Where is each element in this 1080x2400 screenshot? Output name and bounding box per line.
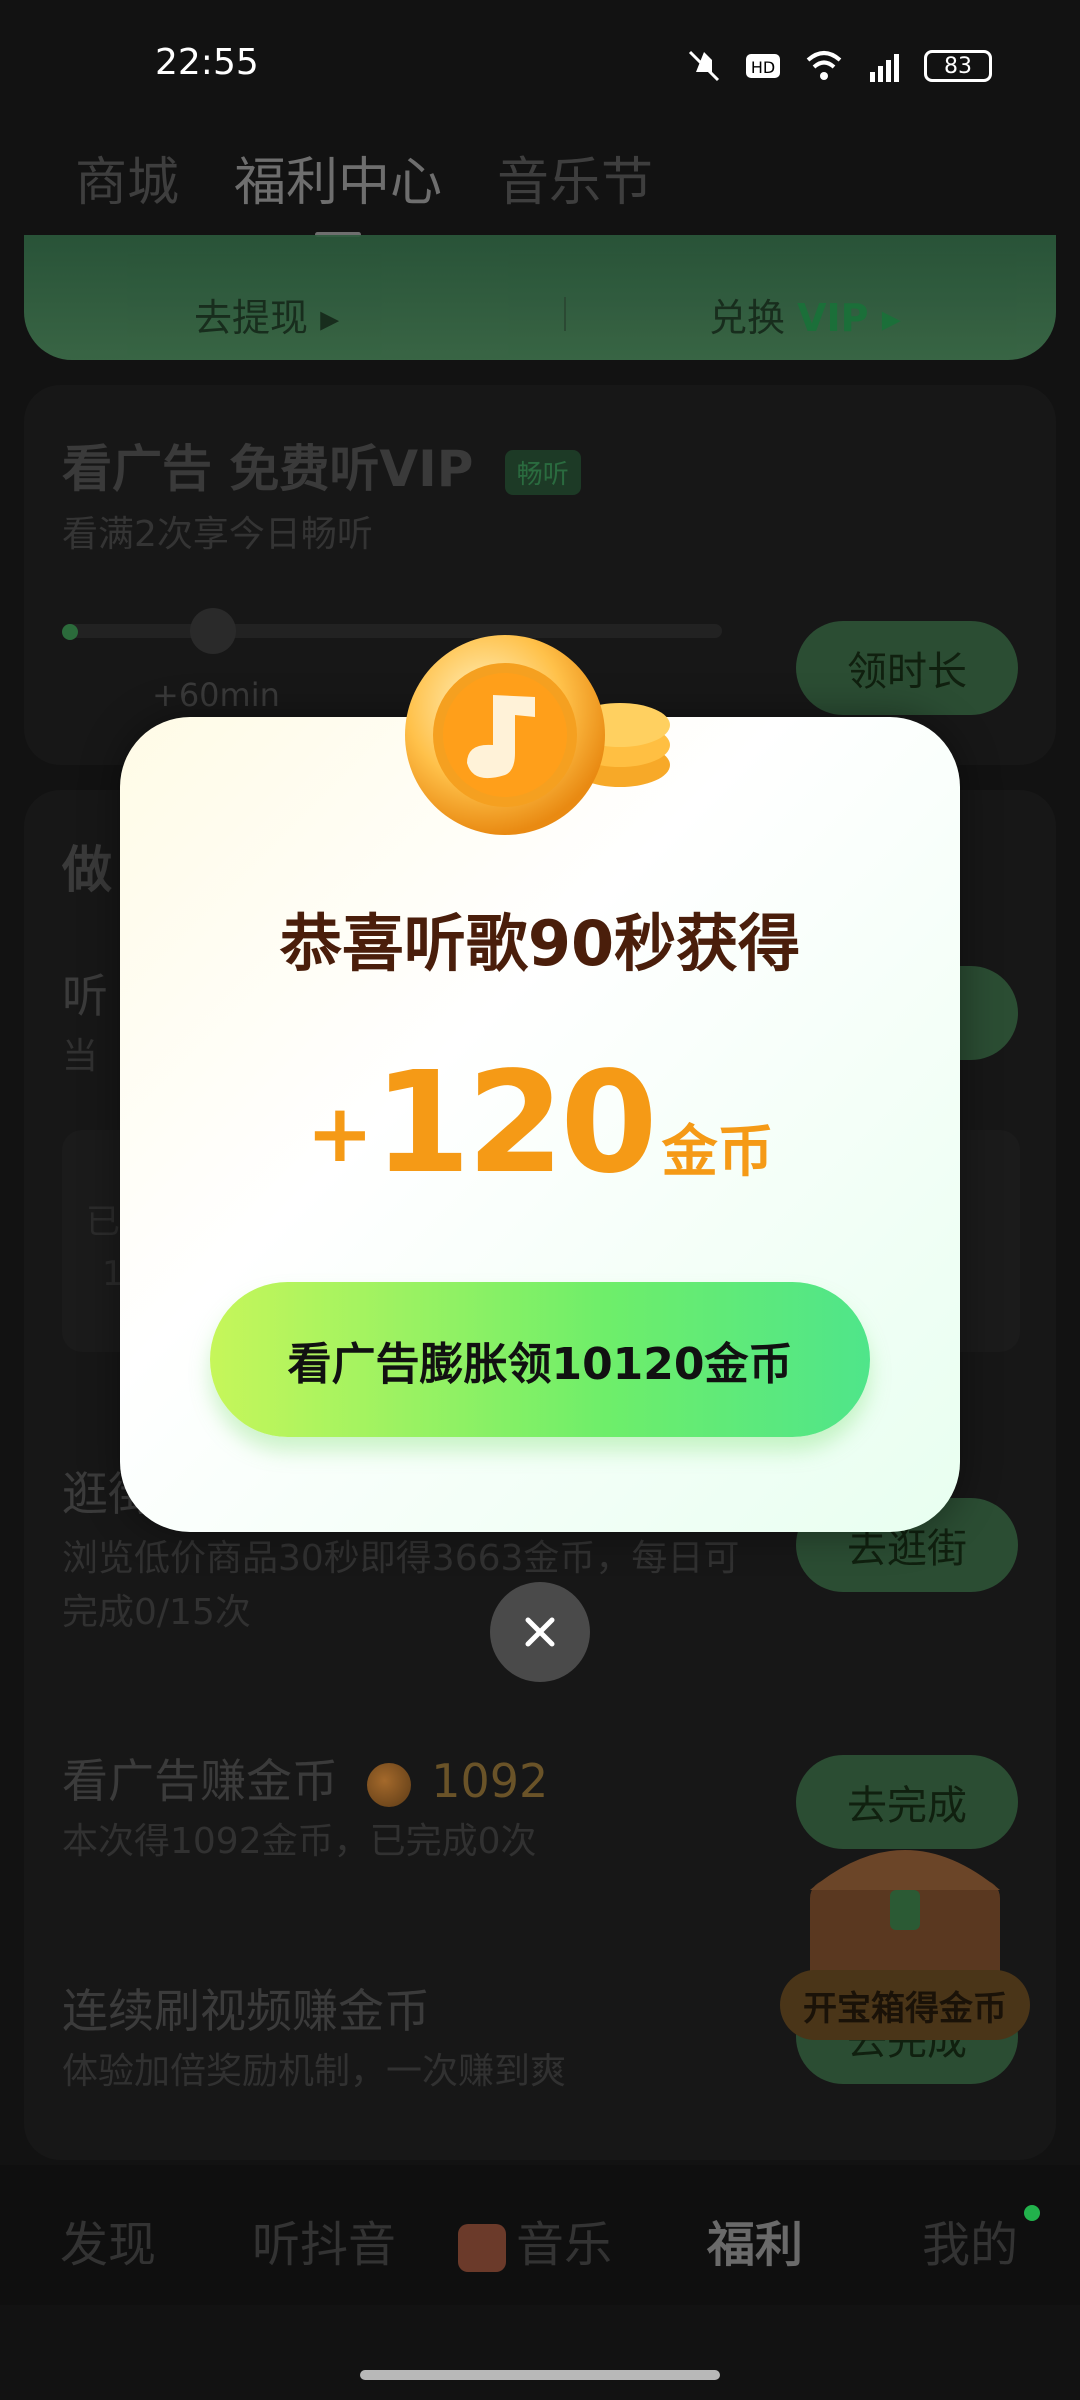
close-icon [525, 1617, 555, 1647]
reward-amount: +120 金币 [120, 1042, 960, 1205]
welfare-page: 22:55 HD 83 商城 福利中心 音乐节 去提现 ▸ 兑换 VIP ▸ 看… [0, 0, 1080, 2400]
reward-value: 120 [373, 1042, 657, 1205]
gold-coin-icon [405, 635, 670, 835]
reward-modal-title: 恭喜听歌90秒获得 [279, 907, 801, 980]
reward-unit: 金币 [661, 1120, 774, 1185]
reward-plus: + [306, 1087, 374, 1180]
close-modal-button[interactable] [490, 1582, 590, 1682]
watch-ad-boost-button[interactable]: 看广告膨胀领10120金币 [210, 1282, 870, 1437]
